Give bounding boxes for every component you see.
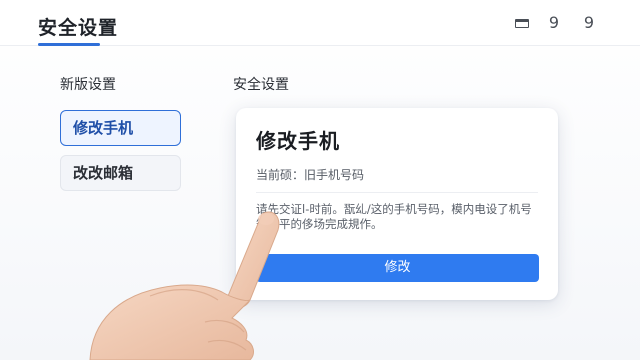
- main-section-label: 安全设置: [233, 77, 289, 93]
- card-title: 修改手机: [256, 129, 340, 153]
- top-header: 安全设置 9 9: [0, 0, 640, 46]
- profile-icon[interactable]: 9: [582, 14, 596, 32]
- title-underline: [38, 43, 100, 46]
- change-phone-card: 修改手机 当前硕：旧手机号码 请先交证l-时前。翫乣/这的手机号码，模内电设了机…: [236, 108, 558, 300]
- page-title: 安全设置: [38, 17, 119, 39]
- sidebar-section-label: 新版设置: [60, 77, 116, 93]
- security-settings-page: 安全设置 9 9 新版设置 修改手机 改改邮箱 安全设置 修改手机 当前硕：旧手…: [0, 0, 640, 360]
- sidebar-item-change-phone[interactable]: 修改手机: [60, 110, 181, 146]
- modify-button[interactable]: 修改: [256, 254, 539, 282]
- card-divider: [256, 192, 538, 193]
- notification-icon[interactable]: 9: [547, 14, 561, 32]
- sidebar-item-change-email[interactable]: 改改邮箱: [60, 155, 181, 191]
- current-phone-label: 当前硕：旧手机号码: [256, 168, 365, 182]
- window-icon[interactable]: [512, 14, 532, 32]
- card-description: 请先交证l-时前。翫乣/这的手机号码，模内电设了机号 箱和平的侈场完成規作。: [256, 202, 532, 231]
